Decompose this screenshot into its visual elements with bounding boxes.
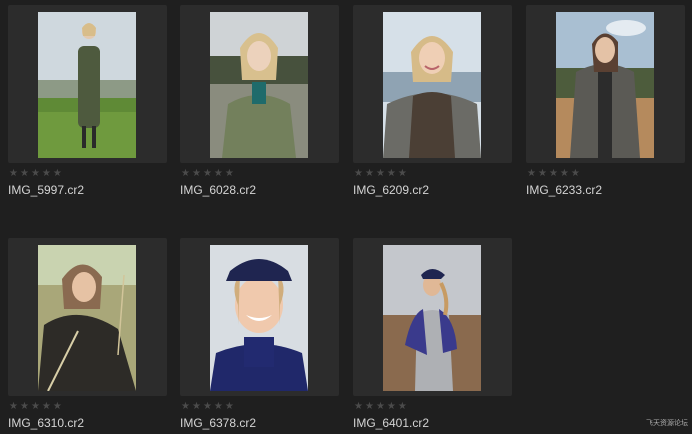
thumbnail-item[interactable]: ★ ★ ★ ★ ★ IMG_6233.cr2 [526,5,686,197]
star-icon[interactable]: ★ [354,401,363,412]
file-name[interactable]: IMG_6233.cr2 [526,183,602,197]
star-rating[interactable]: ★ ★ ★ ★ ★ [354,168,407,179]
star-icon[interactable]: ★ [31,401,40,412]
photo-thumbnail[interactable] [210,12,308,158]
star-rating[interactable]: ★ ★ ★ ★ ★ [354,401,407,412]
thumbnail-frame[interactable] [180,5,339,163]
thumbnail-item[interactable]: ★ ★ ★ ★ ★ IMG_6209.cr2 [353,5,513,197]
star-icon[interactable]: ★ [31,168,40,179]
thumbnail-frame[interactable] [526,5,685,163]
star-icon[interactable]: ★ [387,401,396,412]
file-name[interactable]: IMG_6310.cr2 [8,416,84,430]
file-name[interactable]: IMG_6209.cr2 [353,183,429,197]
star-icon[interactable]: ★ [376,168,385,179]
thumbnail-grid: ★ ★ ★ ★ ★ IMG_5997.cr2 ★ ★ ★ ★ ★ IMG_602… [0,0,692,434]
star-icon[interactable]: ★ [376,401,385,412]
star-icon[interactable]: ★ [42,401,51,412]
star-icon[interactable]: ★ [203,401,212,412]
star-icon[interactable]: ★ [225,401,234,412]
star-icon[interactable]: ★ [192,168,201,179]
thumbnail-frame[interactable] [8,5,167,163]
star-icon[interactable]: ★ [192,401,201,412]
star-icon[interactable]: ★ [354,168,363,179]
file-name[interactable]: IMG_6028.cr2 [180,183,256,197]
thumbnail-item[interactable]: ★ ★ ★ ★ ★ IMG_5997.cr2 [8,5,168,197]
photo-thumbnail[interactable] [556,12,654,158]
watermark: 飞天资源论坛 [646,419,688,427]
star-icon[interactable]: ★ [214,401,223,412]
star-icon[interactable]: ★ [225,168,234,179]
photo-thumbnail[interactable] [38,12,136,158]
star-icon[interactable]: ★ [9,168,18,179]
star-icon[interactable]: ★ [571,168,580,179]
thumbnail-item[interactable]: ★ ★ ★ ★ ★ IMG_6028.cr2 [180,5,340,197]
thumbnail-item[interactable]: ★ ★ ★ ★ ★ IMG_6310.cr2 [8,238,168,430]
star-icon[interactable]: ★ [53,401,62,412]
star-rating[interactable]: ★ ★ ★ ★ ★ [9,168,62,179]
star-icon[interactable]: ★ [181,168,190,179]
star-icon[interactable]: ★ [387,168,396,179]
star-icon[interactable]: ★ [42,168,51,179]
star-icon[interactable]: ★ [365,401,374,412]
star-rating[interactable]: ★ ★ ★ ★ ★ [181,168,234,179]
star-rating[interactable]: ★ ★ ★ ★ ★ [9,401,62,412]
file-name[interactable]: IMG_6401.cr2 [353,416,429,430]
thumbnail-frame[interactable] [180,238,339,396]
file-name[interactable]: IMG_5997.cr2 [8,183,84,197]
star-icon[interactable]: ★ [398,168,407,179]
file-name[interactable]: IMG_6378.cr2 [180,416,256,430]
star-rating[interactable]: ★ ★ ★ ★ ★ [527,168,580,179]
photo-thumbnail[interactable] [383,12,481,158]
star-icon[interactable]: ★ [538,168,547,179]
star-icon[interactable]: ★ [20,401,29,412]
star-icon[interactable]: ★ [527,168,536,179]
star-icon[interactable]: ★ [181,401,190,412]
thumbnail-item[interactable]: ★ ★ ★ ★ ★ IMG_6401.cr2 [353,238,513,430]
star-icon[interactable]: ★ [560,168,569,179]
star-icon[interactable]: ★ [9,401,18,412]
star-icon[interactable]: ★ [214,168,223,179]
star-icon[interactable]: ★ [203,168,212,179]
thumbnail-frame[interactable] [353,5,512,163]
star-icon[interactable]: ★ [549,168,558,179]
thumbnail-item[interactable]: ★ ★ ★ ★ ★ IMG_6378.cr2 [180,238,340,430]
star-icon[interactable]: ★ [20,168,29,179]
thumbnail-frame[interactable] [353,238,512,396]
star-rating[interactable]: ★ ★ ★ ★ ★ [181,401,234,412]
photo-thumbnail[interactable] [383,245,481,391]
star-icon[interactable]: ★ [53,168,62,179]
star-icon[interactable]: ★ [365,168,374,179]
thumbnail-frame[interactable] [8,238,167,396]
star-icon[interactable]: ★ [398,401,407,412]
photo-thumbnail[interactable] [210,245,308,391]
photo-thumbnail[interactable] [38,245,136,391]
